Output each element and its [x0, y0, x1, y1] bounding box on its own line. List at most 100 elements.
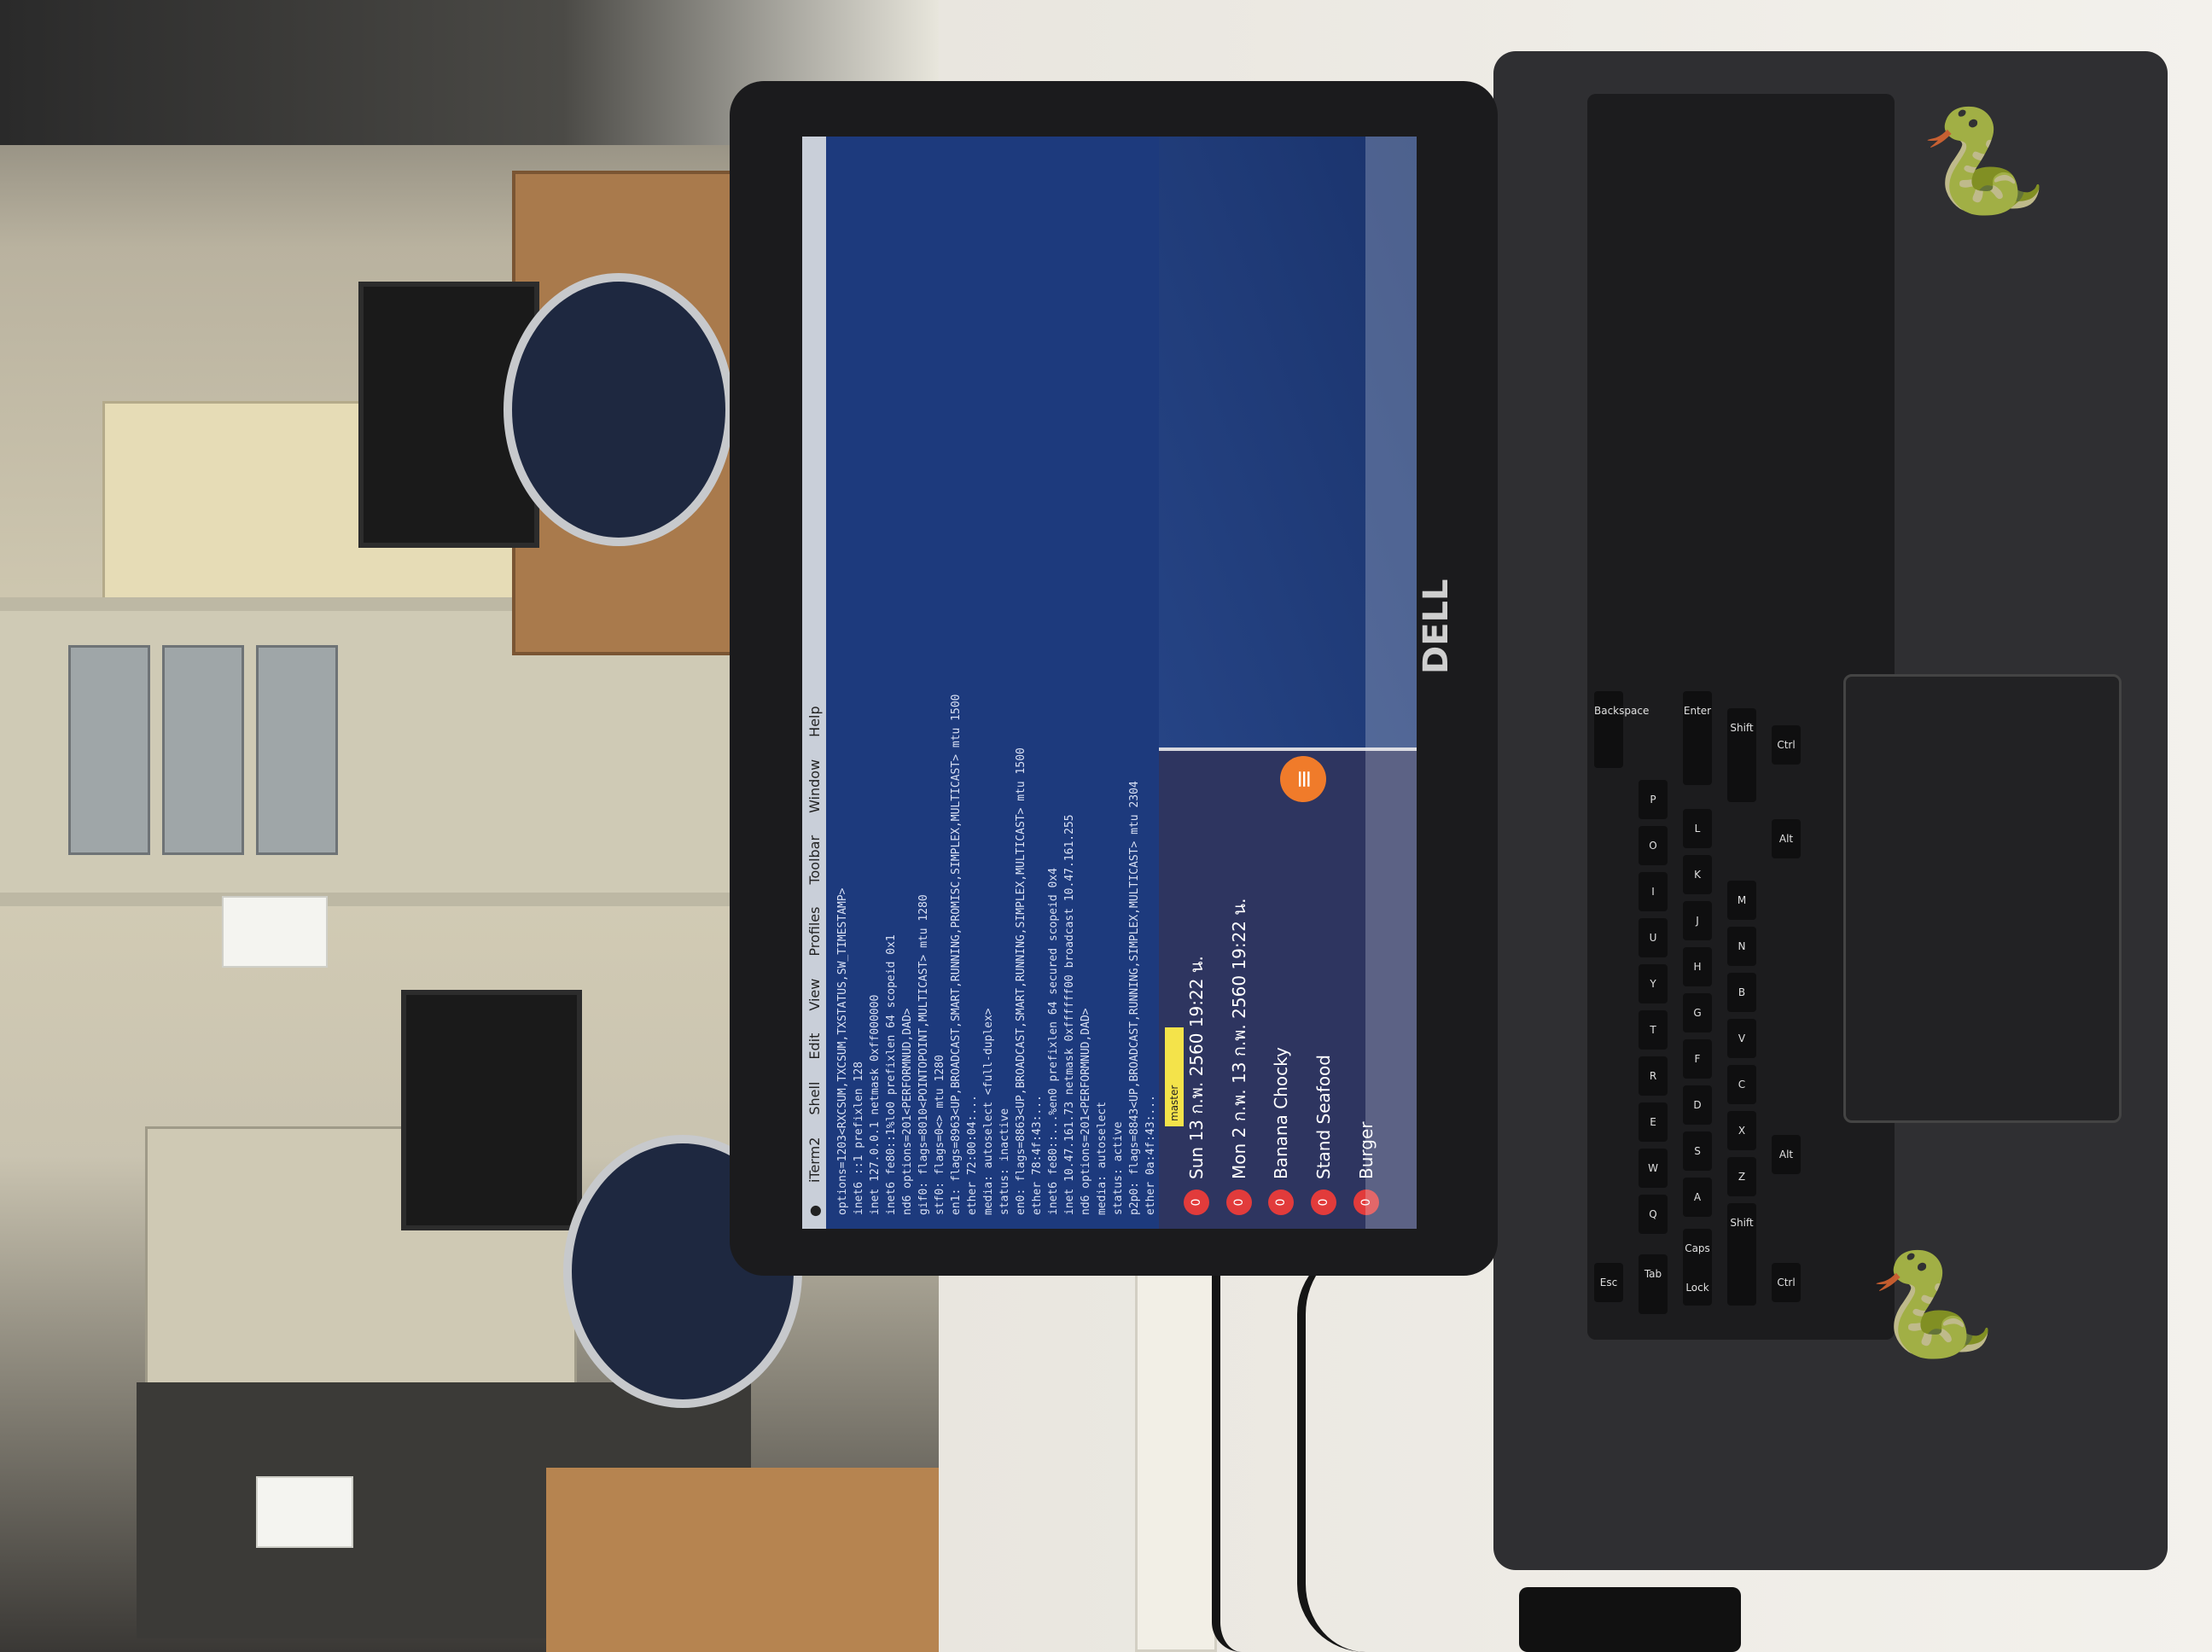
- menu-item[interactable]: Help: [806, 706, 823, 736]
- list-item[interactable]: 0 Sun 13 ก.พ. 2560 19:22 น.: [1183, 956, 1210, 1215]
- network-switch: [256, 645, 338, 855]
- key[interactable]: Q: [1639, 1195, 1668, 1234]
- list-item-label: Mon 2 ก.พ. 13 ก.พ. 2560 19:22 น.: [1229, 898, 1249, 1179]
- key[interactable]: K: [1683, 855, 1712, 894]
- screen-content: ● iTerm2 Shell Edit View Profiles Toolba…: [802, 137, 1417, 1229]
- count-badge: 0: [1268, 1190, 1294, 1215]
- count-badge: 0: [1226, 1190, 1252, 1215]
- list-item-label: Banana Chocky: [1271, 1047, 1291, 1179]
- terminal-line: status: inactive: [998, 1108, 1011, 1215]
- terminal-line: ether 78:4f:43:...: [1031, 1095, 1044, 1215]
- dell-logo: DELL: [1417, 579, 1456, 674]
- terminal-line: nd6 options=201<PERFORMNUD,DAD>: [1080, 1008, 1092, 1215]
- list-item[interactable]: 0 Banana Chocky: [1268, 1047, 1294, 1215]
- key[interactable]: L: [1683, 809, 1712, 848]
- key[interactable]: R: [1639, 1056, 1668, 1096]
- key[interactable]: Ctrl: [1772, 1263, 1801, 1302]
- terminal-line: media: autoselect <full-duplex>: [982, 1008, 995, 1215]
- terminal-line: p2p0: flags=8843<UP,BROADCAST,RUNNING,SI…: [1128, 781, 1141, 1215]
- list-item[interactable]: 0 Mon 2 ก.พ. 13 ก.พ. 2560 19:22 น.: [1225, 899, 1253, 1215]
- key[interactable]: C: [1727, 1065, 1756, 1104]
- background-monitor: [401, 990, 582, 1230]
- terminal-line: en1: flags=8963<UP,BROADCAST,SMART,RUNNI…: [950, 694, 963, 1215]
- terminal-line: nd6 options=201<PERFORMNUD,DAD>: [901, 1008, 914, 1215]
- terminal-window[interactable]: options=1203<RXCSUM,TXCSUM,TXSTATUS,SW_T…: [826, 137, 1159, 1229]
- count-badge: 0: [1184, 1190, 1209, 1215]
- menu-bar: ● iTerm2 Shell Edit View Profiles Toolba…: [802, 137, 826, 1229]
- key[interactable]: Esc: [1594, 1263, 1623, 1302]
- key[interactable]: X: [1727, 1111, 1756, 1150]
- key[interactable]: D: [1683, 1085, 1712, 1125]
- cable: [1297, 1246, 1476, 1652]
- terminal-line: media: autoselect: [1096, 1101, 1109, 1215]
- terminal-line: ether 72:00:04:...: [966, 1095, 979, 1215]
- chair: [504, 273, 734, 546]
- menu-item[interactable]: Shell: [806, 1082, 823, 1115]
- menu-item[interactable]: Edit: [806, 1033, 823, 1060]
- keyboard-keys: Esc Tab Caps Lock Shift Ctrl Alt Q W E R…: [1587, 94, 1895, 1340]
- terminal-line: status: active: [1112, 1121, 1125, 1215]
- key[interactable]: Z: [1727, 1157, 1756, 1196]
- key[interactable]: S: [1683, 1131, 1712, 1171]
- key[interactable]: I: [1639, 872, 1668, 911]
- menu-item[interactable]: View: [806, 979, 823, 1011]
- key[interactable]: Alt: [1772, 819, 1801, 858]
- terminal-line: inet 10.47.161.73 netmask 0xffffff00 bro…: [1063, 814, 1076, 1215]
- menu-fab-button[interactable]: ≡: [1280, 756, 1326, 802]
- menu-item[interactable]: Profiles: [806, 907, 823, 957]
- apple-icon[interactable]: ●: [806, 1205, 823, 1217]
- key[interactable]: Enter: [1683, 691, 1712, 785]
- key[interactable]: Alt: [1772, 1135, 1801, 1174]
- terminal-line: gif0: flags=8010<POINTOPOINT,MULTICAST> …: [917, 894, 930, 1215]
- laptop-screen[interactable]: ● iTerm2 Shell Edit View Profiles Toolba…: [802, 137, 1417, 1229]
- power-adapter: [1519, 1587, 1741, 1652]
- cable: [1212, 1246, 1272, 1652]
- terminal-line: en0: flags=8863<UP,BROADCAST,SMART,RUNNI…: [1015, 747, 1027, 1215]
- power-strip: [1135, 1263, 1217, 1652]
- wooden-desk: [546, 1468, 956, 1652]
- key[interactable]: Tab: [1639, 1254, 1668, 1314]
- terminal-line: stf0: flags=0<> mtu 1280: [934, 1055, 946, 1215]
- list-item-label: Sun 13 ก.พ. 2560 19:22 น.: [1186, 956, 1207, 1179]
- key[interactable]: T: [1639, 1010, 1668, 1050]
- terminal-line: inet6 ::1 prefixlen 128: [853, 1061, 865, 1215]
- key[interactable]: E: [1639, 1102, 1668, 1142]
- key[interactable]: B: [1727, 973, 1756, 1012]
- key[interactable]: N: [1727, 927, 1756, 966]
- menu-item[interactable]: Toolbar: [806, 835, 823, 885]
- terminal-line: inet 127.0.0.1 netmask 0xff000000: [869, 994, 882, 1215]
- key[interactable]: Backspace: [1594, 691, 1649, 768]
- terminal-line: inet6 fe80::1%lo0 prefixlen 64 scopeid 0…: [885, 934, 898, 1215]
- network-switch: [68, 645, 150, 855]
- key[interactable]: V: [1727, 1019, 1756, 1058]
- key[interactable]: Shift: [1727, 708, 1756, 802]
- paper-note: [256, 1476, 353, 1548]
- menu-item[interactable]: iTerm2: [806, 1137, 823, 1183]
- key[interactable]: O: [1639, 826, 1668, 865]
- list-item[interactable]: 0 Stand Seafood: [1311, 1055, 1336, 1215]
- terminal-line: inet6 fe80::...%en0 prefixlen 64 secured…: [1047, 868, 1060, 1215]
- key[interactable]: F: [1683, 1039, 1712, 1079]
- paper-note: [222, 896, 328, 968]
- count-badge: 0: [1311, 1190, 1336, 1215]
- key[interactable]: P: [1639, 780, 1668, 819]
- status-strip: [1365, 137, 1417, 1229]
- key[interactable]: G: [1683, 993, 1712, 1032]
- key[interactable]: Y: [1639, 964, 1668, 1003]
- razer-logo-icon: 🐍: [1920, 102, 2048, 221]
- key[interactable]: M: [1727, 881, 1756, 920]
- terminal-line: options=1203<RXCSUM,TXCSUM,TXSTATUS,SW_T…: [836, 887, 849, 1215]
- key[interactable]: W: [1639, 1149, 1668, 1188]
- key[interactable]: Ctrl: [1772, 725, 1801, 765]
- key[interactable]: Shift: [1727, 1203, 1756, 1306]
- key[interactable]: H: [1683, 947, 1712, 986]
- terminal-line: ether 0a:4f:43:...: [1144, 1095, 1157, 1215]
- key[interactable]: Caps Lock: [1683, 1229, 1712, 1306]
- key[interactable]: A: [1683, 1178, 1712, 1217]
- list-item-label: Stand Seafood: [1313, 1055, 1334, 1179]
- key[interactable]: U: [1639, 918, 1668, 957]
- network-switch: [162, 645, 244, 855]
- branch-tag: master: [1165, 1027, 1184, 1126]
- menu-item[interactable]: Window: [806, 759, 823, 813]
- key[interactable]: J: [1683, 901, 1712, 940]
